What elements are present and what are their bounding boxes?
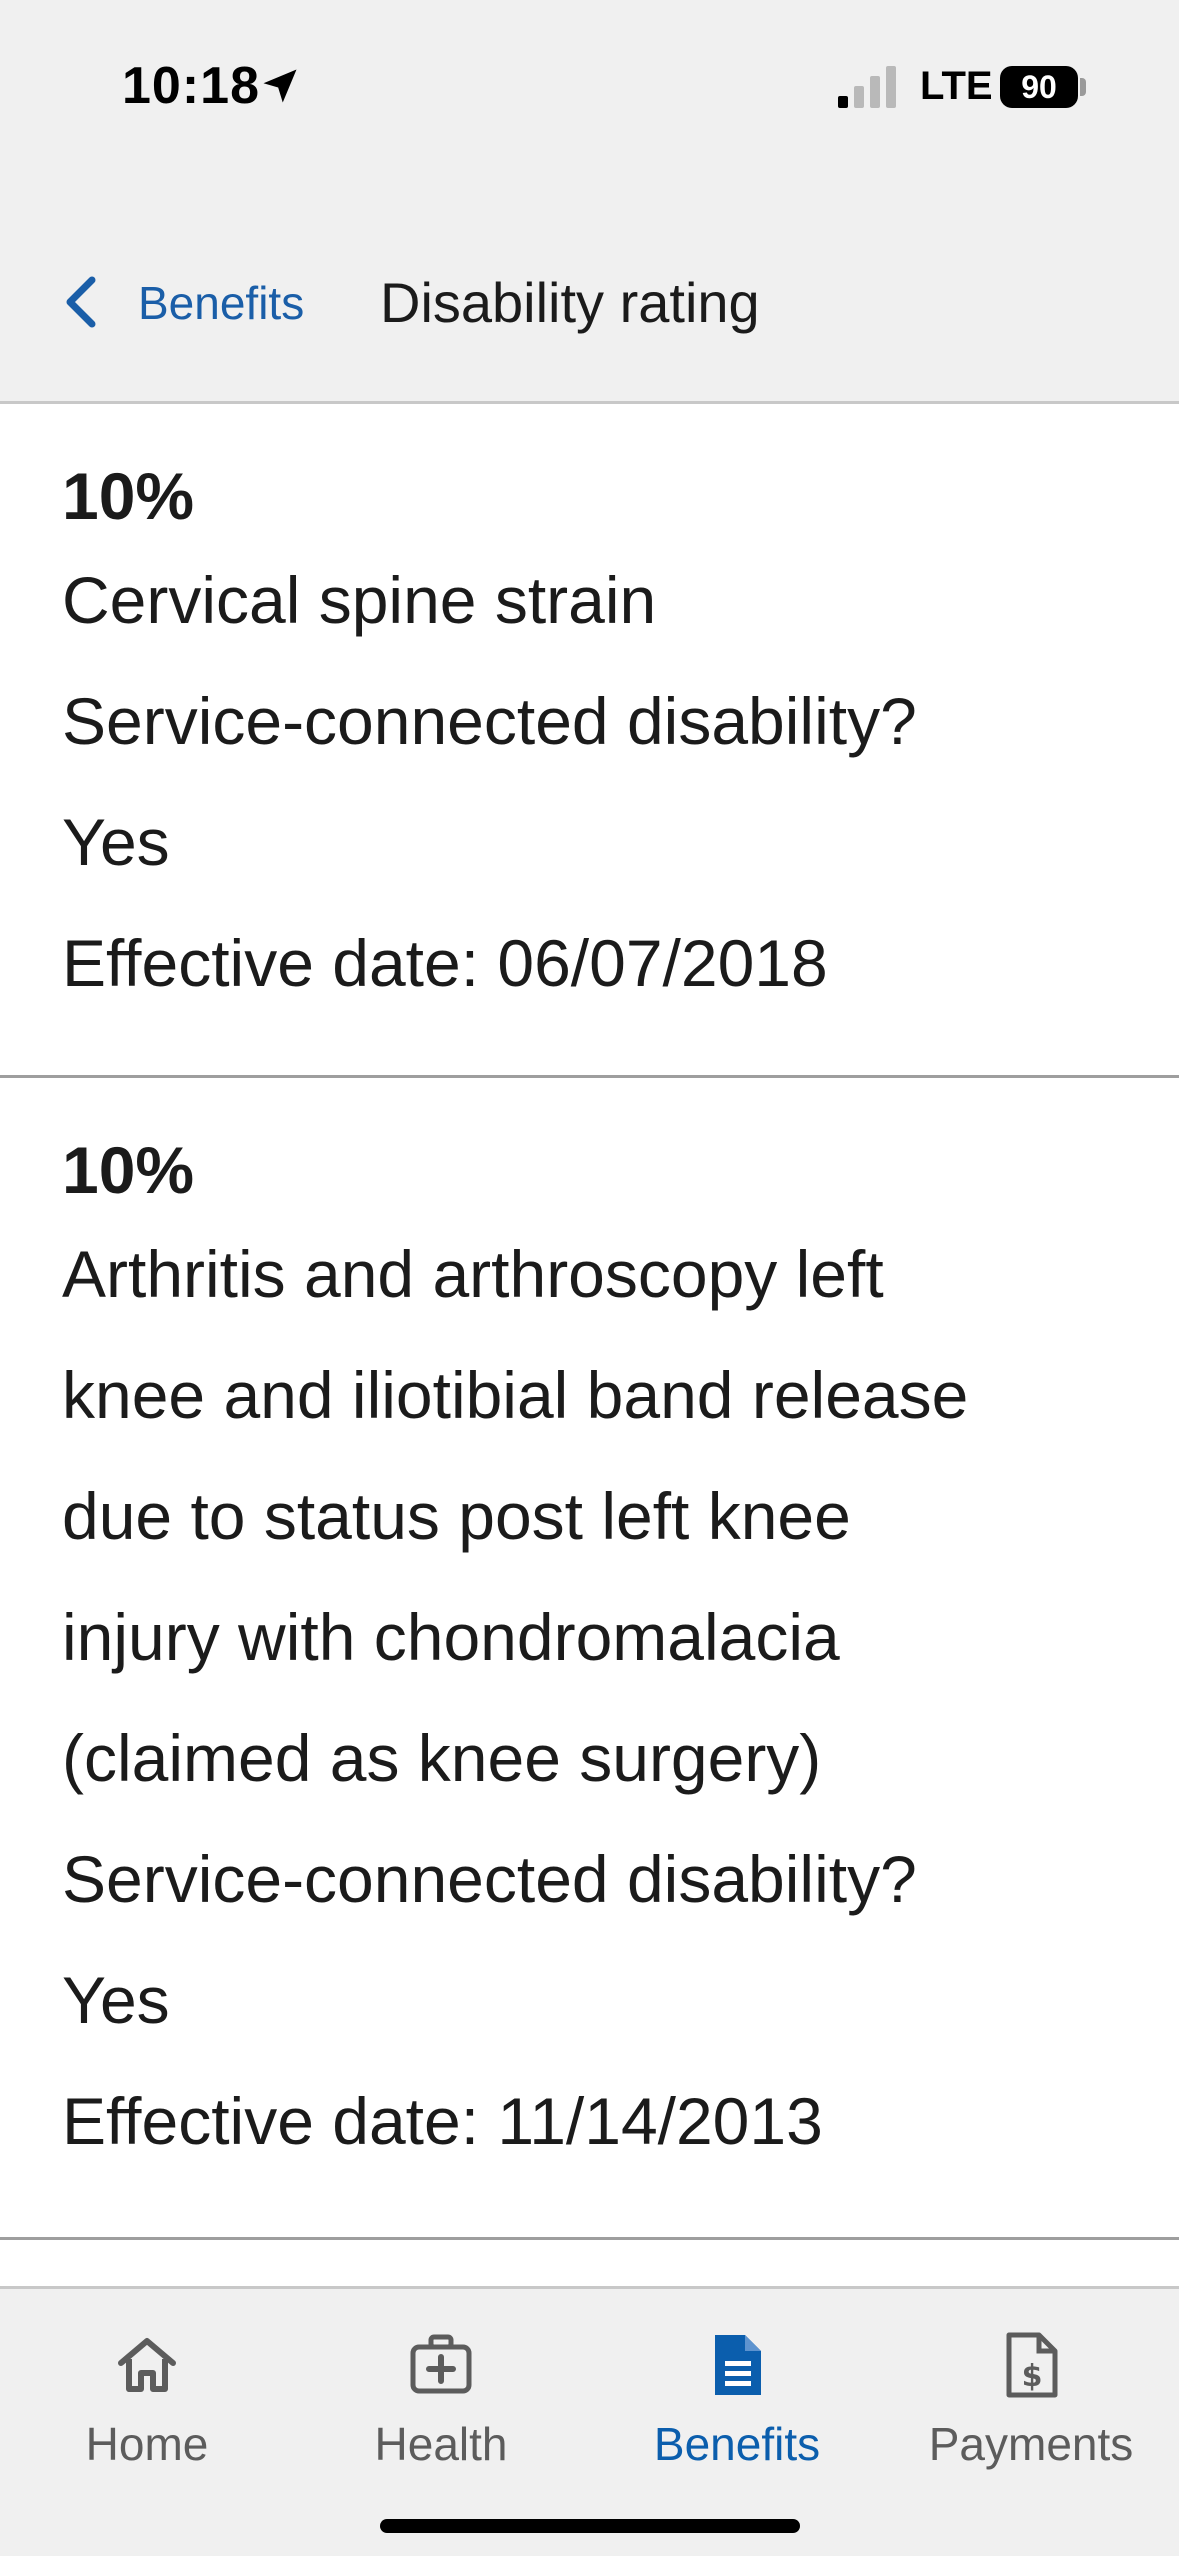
service-connected-value: Yes: [62, 1963, 170, 2037]
svg-text:$: $: [1022, 2359, 1043, 2394]
tab-label: Payments: [928, 2418, 1134, 2470]
page-title: Disability rating: [380, 271, 760, 334]
rating-description: knee and iliotibial band release: [62, 1358, 969, 1432]
rating-description: Arthritis and arthroscopy left: [62, 1237, 884, 1311]
tab-home[interactable]: Home: [0, 2329, 294, 2471]
rating-description: Cervical spine strain: [62, 563, 657, 637]
service-connected-label: Service-connected disability?: [62, 684, 917, 758]
top-bar: 10:18 LTE 90 Benefits Disability rating: [0, 0, 1179, 404]
tab-label: Health: [374, 2418, 508, 2470]
rating-percent: 10%: [62, 459, 195, 533]
home-icon: [118, 2338, 176, 2392]
tab-health[interactable]: Health: [294, 2329, 588, 2471]
medical-kit-icon: [410, 2334, 472, 2394]
location-arrow-icon: [263, 69, 297, 103]
battery-indicator: 90: [1000, 66, 1078, 108]
network-type: LTE: [920, 64, 993, 108]
home-indicator[interactable]: [380, 2519, 800, 2533]
service-connected-value: Yes: [62, 805, 170, 879]
status-time: 10:18: [122, 57, 260, 115]
tab-benefits[interactable]: Benefits: [590, 2329, 884, 2471]
rating-description: injury with chondromalacia: [62, 1600, 840, 1674]
back-chevron-icon[interactable]: [62, 274, 102, 330]
battery-tip: [1080, 78, 1086, 96]
rating-item: 10% Cervical spine strain Service-connec…: [0, 404, 1179, 1078]
rating-percent: 10%: [62, 1133, 195, 1207]
tab-label: Benefits: [653, 2418, 821, 2470]
dollar-document-icon: $: [1006, 2332, 1058, 2398]
back-button[interactable]: Benefits: [138, 276, 304, 330]
rating-list: 10% Cervical spine strain Service-connec…: [0, 404, 1179, 2240]
tab-label: Home: [85, 2418, 209, 2470]
tab-bar: Home Health Benefits $ Payments: [0, 2286, 1179, 2556]
effective-date: Effective date: 11/14/2013: [62, 2084, 823, 2158]
rating-description: due to status post left knee: [62, 1479, 851, 1553]
rating-item: 10% Arthritis and arthroscopy left knee …: [0, 1078, 1179, 2240]
tab-payments[interactable]: $ Payments: [884, 2329, 1178, 2471]
service-connected-label: Service-connected disability?: [62, 1842, 917, 1916]
effective-date: Effective date: 06/07/2018: [62, 926, 828, 1000]
signal-icon: [838, 66, 896, 108]
document-icon: [715, 2335, 761, 2395]
rating-description: (claimed as knee surgery): [62, 1721, 822, 1795]
